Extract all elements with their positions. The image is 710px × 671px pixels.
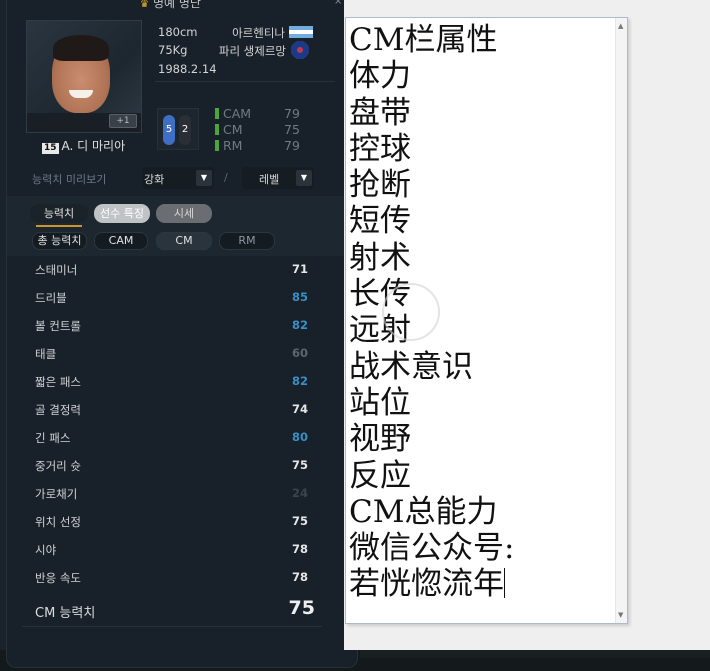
player-name: 15 A. 디 마리아 bbox=[42, 137, 125, 154]
editor-line: 控球 bbox=[349, 130, 411, 167]
stat-name: 가로채기 bbox=[35, 487, 78, 501]
stat-row: 긴 패스 80 bbox=[35, 430, 310, 446]
enhance-badge: +1 bbox=[109, 114, 137, 128]
stat-name: 스태미너 bbox=[35, 263, 78, 277]
jersey-number: 15 bbox=[42, 143, 59, 154]
preferred-foot: 5 2 bbox=[157, 108, 199, 150]
subtab-cam[interactable]: CAM bbox=[94, 232, 148, 250]
stat-row: 중거리 슛 75 bbox=[35, 458, 310, 474]
text-caret bbox=[504, 568, 505, 599]
stat-row: 볼 컨트롤 82 bbox=[35, 318, 310, 334]
stat-name: 골 결정력 bbox=[35, 403, 81, 417]
stat-row: 태클 60 bbox=[35, 346, 310, 362]
stat-value: 71 bbox=[291, 262, 308, 276]
player-nation: 아르헨티나 bbox=[232, 26, 285, 40]
argentina-flag-icon bbox=[289, 26, 313, 38]
total-rating-label: CM 능력치 bbox=[35, 606, 96, 621]
stat-name: 드리블 bbox=[35, 291, 67, 305]
vertical-scrollbar[interactable]: ▲ ▼ bbox=[615, 18, 627, 623]
stat-value: 82 bbox=[291, 318, 308, 332]
stat-value: 78 bbox=[291, 570, 308, 584]
psg-badge-icon bbox=[291, 41, 309, 59]
stat-preview-label: 능력치 미리보기 bbox=[32, 173, 107, 186]
chevron-down-icon[interactable]: ▼ bbox=[196, 170, 212, 186]
left-foot-icon: 5 bbox=[163, 115, 175, 145]
tab-price[interactable]: 시세 bbox=[156, 204, 212, 223]
stat-value: 82 bbox=[291, 374, 308, 388]
stat-value: 74 bbox=[291, 402, 308, 416]
editor-line: 短传 bbox=[349, 203, 411, 240]
stat-name: 긴 패스 bbox=[35, 431, 71, 445]
editor-line: CM总能力 bbox=[349, 493, 498, 530]
total-rating: CM 능력치 75 bbox=[35, 597, 315, 622]
stat-row: 시야 78 bbox=[35, 542, 310, 558]
subtab-cm[interactable]: CM bbox=[156, 232, 212, 250]
editor-line: 微信公众号: bbox=[349, 530, 515, 567]
stat-row: 골 결정력 74 bbox=[35, 402, 310, 418]
stat-value: 60 bbox=[291, 346, 308, 360]
separator: / bbox=[224, 171, 228, 184]
total-divider bbox=[22, 626, 322, 627]
player-birth: 1988.2.14 bbox=[158, 62, 217, 76]
position-row: CAM 79 bbox=[215, 106, 305, 121]
panel-title: ♛ 명예 명단 bbox=[140, 0, 201, 11]
stat-value: 78 bbox=[291, 542, 308, 556]
editor-line: 反应 bbox=[349, 457, 411, 494]
stat-name: 시야 bbox=[35, 543, 57, 557]
panel-title-text: 명예 명단 bbox=[152, 0, 201, 10]
stat-name: 위치 선정 bbox=[35, 515, 81, 529]
editor-line: 站位 bbox=[349, 384, 411, 421]
stat-value: 80 bbox=[291, 430, 308, 444]
level-dropdown[interactable]: 레벨 ▼ bbox=[242, 167, 314, 189]
stat-name: 짧은 패스 bbox=[35, 375, 81, 389]
player-height: 180cm bbox=[158, 25, 198, 39]
stat-row: 가로채기 24 bbox=[35, 486, 310, 502]
watermark-icon bbox=[382, 283, 440, 341]
player-name-text: A. 디 마리아 bbox=[61, 139, 126, 153]
chevron-down-icon[interactable]: ▼ bbox=[296, 170, 312, 186]
editor-line: CM栏属性 bbox=[349, 22, 498, 58]
stat-value: 75 bbox=[291, 514, 308, 528]
scroll-down-icon[interactable]: ▼ bbox=[618, 611, 623, 619]
tab-player-traits[interactable]: 선수 특징 bbox=[94, 204, 150, 223]
tab-stats[interactable]: 능력치 bbox=[30, 204, 88, 227]
stat-name: 태클 bbox=[35, 347, 57, 361]
stat-row: 드리블 85 bbox=[35, 290, 310, 306]
stat-name: 반응 속도 bbox=[35, 571, 81, 585]
position-row: CM 75 bbox=[215, 122, 305, 137]
player-photo: +1 bbox=[26, 20, 142, 133]
stat-name: 중거리 슛 bbox=[35, 459, 81, 473]
player-club: 파리 생제르망 bbox=[218, 44, 286, 58]
close-icon[interactable]: × bbox=[334, 0, 342, 7]
info-divider bbox=[155, 81, 335, 82]
editor-line: 抢断 bbox=[349, 167, 411, 204]
editor-line: 视野 bbox=[349, 421, 411, 458]
stat-row: 짧은 패스 82 bbox=[35, 374, 310, 390]
subtab-rm[interactable]: RM bbox=[219, 232, 275, 250]
editor-line: 体力 bbox=[349, 58, 411, 95]
editor-line: 射术 bbox=[349, 239, 411, 276]
stat-value: 75 bbox=[291, 458, 308, 472]
right-foot-icon: 2 bbox=[179, 115, 191, 145]
editor-line: 战术意识 bbox=[349, 348, 473, 385]
position-row: RM 79 bbox=[215, 138, 305, 153]
stat-name: 볼 컨트롤 bbox=[35, 319, 81, 333]
player-weight: 75Kg bbox=[158, 43, 188, 57]
scroll-up-icon[interactable]: ▲ bbox=[618, 22, 623, 30]
total-rating-value: 75 bbox=[288, 597, 315, 619]
editor-line: 盘带 bbox=[349, 94, 411, 131]
stat-row: 스태미너 71 bbox=[35, 262, 310, 278]
upgrade-dropdown[interactable]: 강화 ▼ bbox=[142, 167, 214, 189]
stat-row: 위치 선정 75 bbox=[35, 514, 310, 530]
crown-icon: ♛ bbox=[140, 0, 149, 10]
subtab-total-stats[interactable]: 총 능력치 bbox=[32, 232, 87, 250]
stat-value: 85 bbox=[291, 290, 308, 304]
editor-line: 若恍惚流年 bbox=[349, 566, 505, 603]
stat-value: 24 bbox=[291, 486, 308, 500]
stat-row: 반응 속도 78 bbox=[35, 570, 310, 586]
